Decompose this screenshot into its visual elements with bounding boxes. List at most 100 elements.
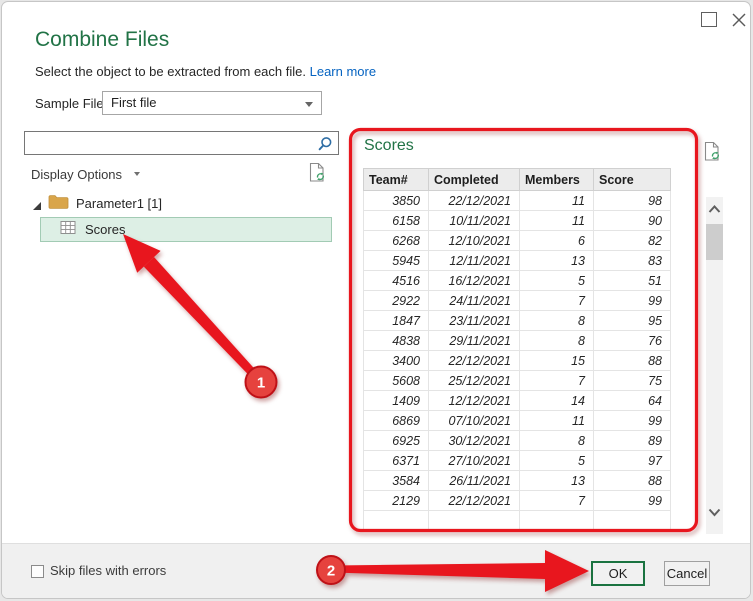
table-cell: 3850 (364, 191, 429, 211)
folder-icon (48, 193, 69, 215)
table-cell: 98 (594, 191, 671, 211)
display-options-dropdown[interactable]: Display Options (31, 167, 140, 182)
table-cell: 27/10/2021 (429, 451, 520, 471)
table-cell: 99 (594, 411, 671, 431)
table-cell: 3584 (364, 471, 429, 491)
table-cell: 29/11/2021 (429, 331, 520, 351)
table-cell: 22/12/2021 (429, 491, 520, 511)
scroll-up-icon[interactable] (706, 200, 723, 223)
sample-file-label: Sample File: (35, 96, 107, 111)
search-input[interactable] (29, 133, 309, 153)
tree-item-scores[interactable]: Scores (40, 217, 332, 242)
table-cell (594, 511, 671, 531)
table-cell: 6371 (364, 451, 429, 471)
table-cell: 76 (594, 331, 671, 351)
sample-file-value: First file (111, 95, 157, 110)
table-cell: 5 (520, 271, 594, 291)
table-row (364, 511, 671, 531)
table-cell: 7 (520, 371, 594, 391)
tree-item-label: Scores (85, 222, 125, 237)
table-row: 637127/10/2021597 (364, 451, 671, 471)
table-cell: 5608 (364, 371, 429, 391)
table-row: 184723/11/2021895 (364, 311, 671, 331)
maximize-icon[interactable] (701, 12, 717, 27)
table-cell: 1847 (364, 311, 429, 331)
refresh-preview-icon[interactable] (703, 141, 722, 167)
table-cell: 7 (520, 491, 594, 511)
table-cell: 5945 (364, 251, 429, 271)
skip-files-label: Skip files with errors (50, 563, 166, 578)
table-body: 385022/12/20211198615810/11/202111906268… (364, 191, 671, 531)
table-cell: 26/11/2021 (429, 471, 520, 491)
preview-table: Team#CompletedMembersScore 385022/12/202… (363, 168, 671, 531)
table-row: 340022/12/20211588 (364, 351, 671, 371)
table-cell: 23/11/2021 (429, 311, 520, 331)
table-row: 385022/12/20211198 (364, 191, 671, 211)
table-cell: 22/12/2021 (429, 351, 520, 371)
table-row: 358426/11/20211388 (364, 471, 671, 491)
table-row: 140912/12/20211464 (364, 391, 671, 411)
search-icon[interactable] (317, 136, 333, 157)
table-cell: 13 (520, 471, 594, 491)
table-cell: 7 (520, 291, 594, 311)
table-row: 483829/11/2021876 (364, 331, 671, 351)
scrollbar-thumb[interactable] (706, 224, 723, 260)
table-row: 451616/12/2021551 (364, 271, 671, 291)
table-cell: 83 (594, 251, 671, 271)
ok-button[interactable]: OK (591, 561, 645, 586)
table-row: 594512/11/20211383 (364, 251, 671, 271)
vertical-scrollbar[interactable] (706, 197, 723, 534)
search-box (24, 131, 339, 155)
table-cell: 25/12/2021 (429, 371, 520, 391)
tree-expander-icon[interactable] (32, 198, 42, 216)
table-cell: 51 (594, 271, 671, 291)
table-row: 212922/12/2021799 (364, 491, 671, 511)
dialog-subtitle: Select the object to be extracted from e… (35, 64, 376, 79)
table-row: 292224/11/2021799 (364, 291, 671, 311)
table-cell: 5 (520, 451, 594, 471)
table-cell: 6158 (364, 211, 429, 231)
table-cell: 11 (520, 411, 594, 431)
skip-files-checkbox[interactable] (31, 565, 44, 578)
table-column-header: Score (594, 169, 671, 191)
table-cell: 6268 (364, 231, 429, 251)
table-cell: 12/12/2021 (429, 391, 520, 411)
table-cell: 2922 (364, 291, 429, 311)
table-cell: 4838 (364, 331, 429, 351)
table-cell: 12/10/2021 (429, 231, 520, 251)
preview-title: Scores (364, 137, 414, 155)
learn-more-link[interactable]: Learn more (310, 64, 376, 79)
table-cell: 24/11/2021 (429, 291, 520, 311)
combine-files-dialog: Combine Files Select the object to be ex… (1, 1, 751, 599)
table-cell: 89 (594, 431, 671, 451)
table-row: 692530/12/2021889 (364, 431, 671, 451)
cancel-button[interactable]: Cancel (664, 561, 710, 586)
table-header-row: Team#CompletedMembersScore (364, 169, 671, 191)
table-row: 615810/11/20211190 (364, 211, 671, 231)
preview-table-container: Team#CompletedMembersScore 385022/12/202… (363, 168, 671, 531)
page-title: Combine Files (35, 28, 169, 52)
table-column-header: Team# (364, 169, 429, 191)
table-row: 560825/12/2021775 (364, 371, 671, 391)
table-cell: 15 (520, 351, 594, 371)
table-cell: 1409 (364, 391, 429, 411)
table-cell: 6925 (364, 431, 429, 451)
dialog-footer: Skip files with errors OK Cancel (2, 543, 751, 599)
refresh-preview-icon[interactable] (308, 162, 327, 188)
table-cell: 95 (594, 311, 671, 331)
chevron-down-icon (305, 102, 313, 107)
table-cell: 88 (594, 471, 671, 491)
table-cell: 16/12/2021 (429, 271, 520, 291)
tree-root-label: Parameter1 [1] (76, 196, 162, 211)
table-cell: 3400 (364, 351, 429, 371)
scroll-down-icon[interactable] (706, 503, 723, 526)
table-cell: 8 (520, 331, 594, 351)
table-cell: 88 (594, 351, 671, 371)
table-cell: 8 (520, 431, 594, 451)
table-cell (364, 511, 429, 531)
table-cell: 30/12/2021 (429, 431, 520, 451)
close-icon[interactable] (729, 10, 749, 30)
sample-file-dropdown[interactable]: First file (102, 91, 322, 115)
table-cell: 2129 (364, 491, 429, 511)
table-cell: 8 (520, 311, 594, 331)
